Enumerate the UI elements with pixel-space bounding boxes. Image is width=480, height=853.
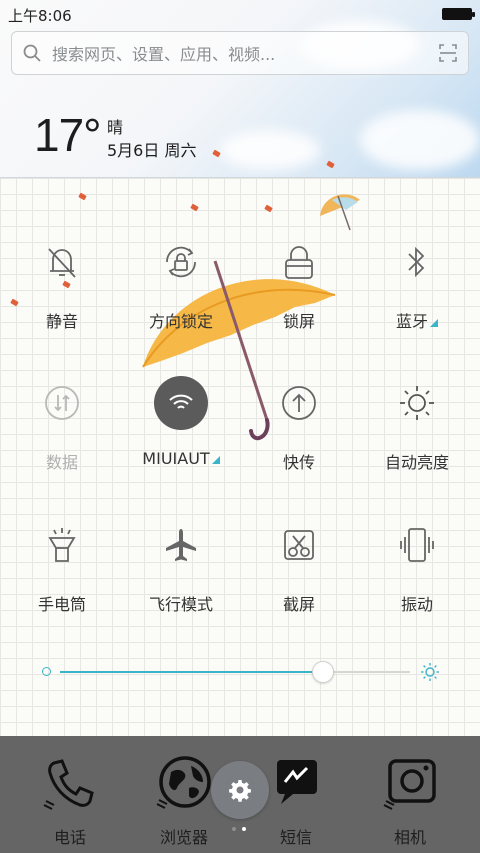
flashlight-icon (34, 517, 90, 573)
toggle-flashlight[interactable]: 手电筒 (2, 509, 122, 629)
search-placeholder[interactable]: 搜索网页、设置、应用、视频... (52, 41, 428, 65)
toggle-airplane-mode[interactable]: 飞行模式 (121, 509, 241, 629)
toggle-label: 锁屏 (282, 312, 315, 331)
settings-button[interactable] (211, 761, 269, 819)
weather-date: 5月6日 周六 (107, 141, 197, 160)
dock-app-camera[interactable]: 相机 (350, 736, 470, 853)
dock-label: 短信 (279, 828, 312, 847)
toggle-label: 自动亮度 (384, 453, 449, 472)
page-indicator (232, 827, 246, 831)
toggle-lock-screen[interactable]: 锁屏 (239, 226, 359, 346)
lock-icon (271, 234, 327, 290)
search-icon (12, 31, 52, 75)
mobile-data-icon (34, 375, 90, 431)
vibrate-icon (389, 517, 445, 573)
toggle-bluetooth[interactable]: 蓝牙 (357, 226, 477, 346)
toggle-screenshot[interactable]: 截屏 (239, 509, 359, 629)
dock-label: 相机 (393, 828, 426, 847)
menu-indicator-icon (211, 456, 220, 464)
page-dot (232, 827, 236, 831)
dock-app-phone[interactable]: 电话 (10, 736, 130, 853)
battery-icon (442, 8, 475, 20)
brightness-track[interactable] (322, 671, 410, 673)
status-bar: 上午8:06 (0, 0, 480, 28)
toggle-label: 蓝牙 (396, 308, 438, 332)
dock-label: 浏览器 (159, 828, 208, 847)
toggle-label: 方向锁定 (148, 312, 213, 331)
camera-icon (375, 748, 445, 818)
bluetooth-icon (389, 234, 445, 290)
wifi-toggle-indicator (153, 375, 209, 431)
quick-transfer-icon (271, 375, 327, 431)
status-time: 上午8:06 (8, 7, 72, 25)
airplane-icon (153, 517, 209, 573)
phone-icon (35, 748, 105, 818)
toggle-label: 飞行模式 (148, 595, 213, 614)
gear-icon (229, 780, 251, 802)
toggle-label: 快传 (282, 453, 315, 472)
screenshot-icon (271, 517, 327, 573)
toggle-rotation-lock[interactable]: 方向锁定 (121, 226, 241, 346)
page-dot (242, 827, 246, 831)
message-icon (261, 748, 331, 818)
wifi-icon (154, 376, 208, 430)
toggle-auto-brightness[interactable]: 自动亮度 (357, 367, 477, 487)
brightness-low-icon (42, 667, 51, 676)
menu-indicator-icon (430, 319, 438, 327)
toggle-mute[interactable]: 静音 (2, 226, 122, 346)
weather-condition: 晴 (107, 118, 124, 137)
brightness-thumb[interactable] (311, 661, 334, 683)
search-bar[interactable]: 搜索网页、设置、应用、视频... (11, 31, 469, 75)
brightness-slider[interactable] (40, 660, 440, 684)
brightness-track-fill (60, 671, 323, 673)
mute-bell-icon (34, 234, 90, 290)
toggle-label: 振动 (400, 595, 433, 614)
toggle-quick-transfer[interactable]: 快传 (239, 367, 359, 487)
toggle-label: 手电筒 (37, 595, 86, 614)
toggle-mobile-data[interactable]: 数据 (2, 367, 122, 487)
weather-temperature[interactable]: 17° (34, 108, 102, 162)
scan-icon[interactable] (428, 31, 468, 75)
dock-label: 电话 (53, 828, 86, 847)
toggle-label: MIUIAUT (142, 449, 220, 468)
brightness-high-icon (420, 662, 440, 686)
toggle-label: 静音 (45, 312, 78, 331)
toggle-wifi[interactable]: MIUIAUT (121, 367, 241, 487)
toggle-label: 截屏 (282, 595, 315, 614)
toggle-vibrate[interactable]: 振动 (357, 509, 477, 629)
auto-brightness-icon (389, 375, 445, 431)
toggle-label: 数据 (45, 453, 78, 472)
rotation-lock-icon (153, 234, 209, 290)
browser-globe-icon (149, 748, 219, 818)
